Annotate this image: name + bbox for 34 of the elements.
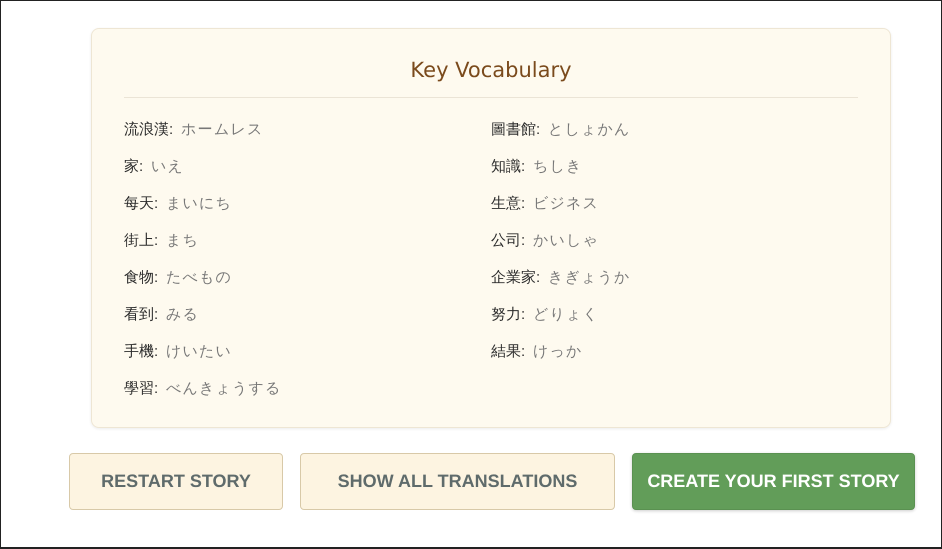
action-button[interactable]: CREATE YOUR FIRST STORY bbox=[632, 453, 915, 510]
vocab-reading: きぎょうか bbox=[548, 268, 631, 288]
card-title: Key Vocabulary bbox=[409, 57, 573, 84]
vocab-term: 圖書館: bbox=[491, 120, 540, 140]
vocab-reading: べんきょうする bbox=[166, 379, 282, 399]
vocab-reading: としょかん bbox=[548, 120, 631, 140]
vocab-reading: いえ bbox=[151, 157, 184, 177]
vocab-reading: たべもの bbox=[166, 268, 232, 288]
vocab-term: 街上: bbox=[124, 231, 158, 251]
vocab-term: 看到: bbox=[124, 305, 158, 325]
vocab-reading: みる bbox=[166, 305, 200, 325]
vocab-term: 企業家: bbox=[491, 268, 540, 288]
vocab-term: 生意: bbox=[491, 194, 526, 214]
vocab-reading: どりょく bbox=[533, 305, 600, 325]
vocab-term: 流浪漢: bbox=[124, 120, 174, 140]
action-button[interactable]: RESTART STORY bbox=[69, 453, 283, 510]
action-button[interactable]: SHOW ALL TRANSLATIONS bbox=[300, 453, 615, 510]
vocab-term: 結果: bbox=[491, 342, 526, 362]
vocab-term: 家: bbox=[124, 157, 144, 177]
vocab-term: 食物: bbox=[124, 268, 158, 288]
vocab-reading: まいにち bbox=[166, 194, 232, 214]
vocab-term: 知識: bbox=[491, 157, 526, 177]
vocab-term: 努力: bbox=[491, 305, 526, 325]
vocab-reading: ちしき bbox=[533, 157, 583, 177]
vocab-reading: ビジネス bbox=[533, 194, 600, 214]
vocab-reading: けいたい bbox=[166, 342, 232, 362]
vocab-reading: かいしゃ bbox=[533, 231, 600, 251]
vocab-term: 公司: bbox=[491, 231, 526, 251]
vocab-term: 學習: bbox=[124, 379, 158, 399]
vocab-reading: ホームレス bbox=[181, 120, 264, 140]
vocab-term: 手機: bbox=[124, 342, 158, 362]
vocab-reading: まち bbox=[166, 231, 200, 251]
vocab-term: 每天: bbox=[124, 194, 158, 214]
vocab-reading: けっか bbox=[533, 342, 583, 362]
